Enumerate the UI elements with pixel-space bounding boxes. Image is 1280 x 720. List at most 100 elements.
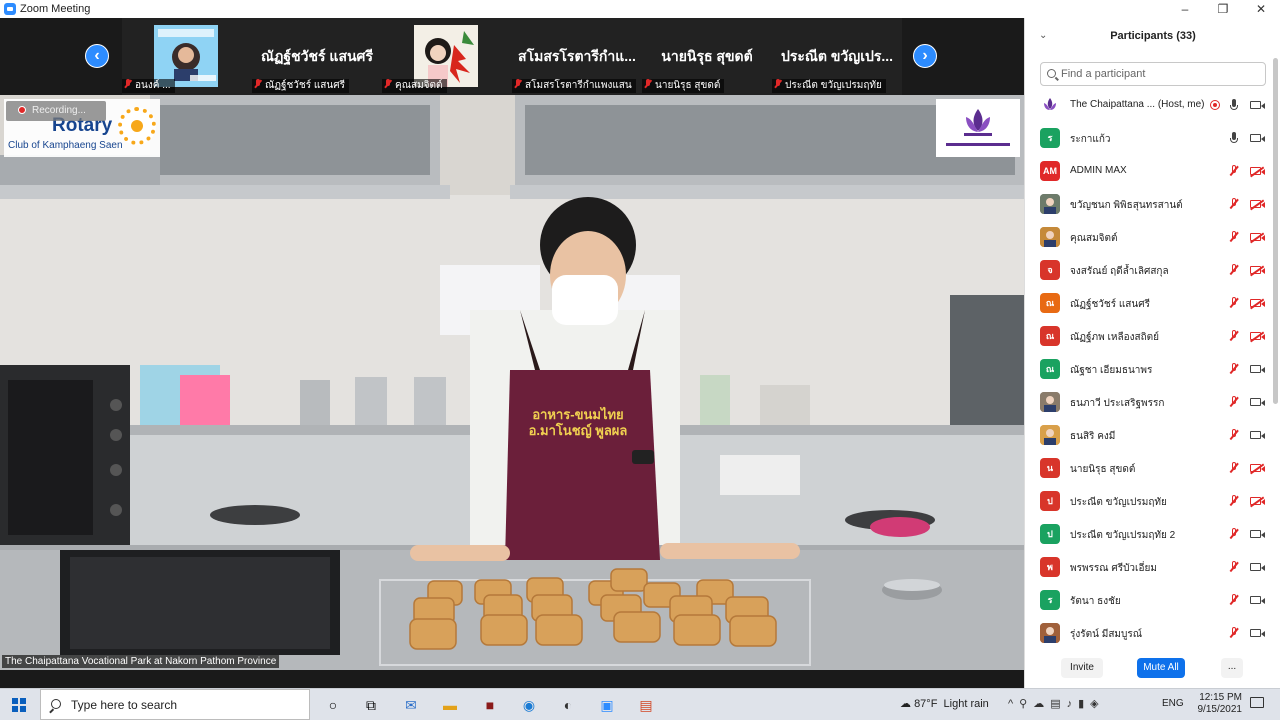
camera-icon[interactable] <box>1250 629 1265 637</box>
mic-muted-icon[interactable] <box>1229 363 1239 375</box>
mic-muted-icon[interactable] <box>1229 297 1239 309</box>
participant-row[interactable]: ธนสิริ คงมี <box>1025 420 1275 453</box>
mute-all-button[interactable]: Mute All <box>1137 658 1185 678</box>
participant-name: พรพรรณ ศรีบัวเอี่ยม <box>1070 563 1157 574</box>
participant-row[interactable]: The Chaipattana ... (Host, me) <box>1025 90 1275 123</box>
mic-muted-icon <box>254 79 262 89</box>
participant-row[interactable]: ป ประณีต ขวัญเปรมฤทัย <box>1025 486 1275 519</box>
camera-icon[interactable] <box>1250 101 1265 109</box>
camera-off-icon[interactable] <box>1250 167 1265 175</box>
avatar: น <box>1040 458 1060 478</box>
thumbnail-tile[interactable]: นายนิรุธ สุขดต์ นายนิรุธ สุขดต์ <box>642 18 772 95</box>
windows-taskbar: Type here to search ○ ⧉ ✉ ▬ ■ ◉ ◐ ▣ ▤ ☁ … <box>0 688 1280 720</box>
camera-off-icon[interactable] <box>1250 266 1265 274</box>
camera-icon[interactable] <box>1250 398 1265 406</box>
record-icon <box>18 106 26 114</box>
collapse-chevron-icon[interactable]: ⌄ <box>1039 18 1047 54</box>
app-icon[interactable]: ◐ <box>558 695 578 715</box>
camera-off-icon[interactable] <box>1250 233 1265 241</box>
participant-row[interactable]: AM ADMIN MAX <box>1025 156 1275 189</box>
camera-icon[interactable] <box>1250 596 1265 604</box>
mic-muted-icon[interactable] <box>1229 528 1239 540</box>
thumbnail-tile[interactable]: ประณีต ขวัญเปร... ประณีต ขวัญเปรมฤทัย <box>772 18 902 95</box>
participant-row[interactable]: คุณสมจิตต์ <box>1025 222 1275 255</box>
recording-icon <box>1210 100 1220 110</box>
participant-row[interactable]: ณ ณัฏฐ์ชวัชร์ แสนศรี <box>1025 288 1275 321</box>
thumbnail-tile[interactable]: คุณสมจิตต์ <box>382 18 512 95</box>
invite-button[interactable]: Invite <box>1061 658 1103 678</box>
file-explorer-icon[interactable]: ▬ <box>440 695 460 715</box>
taskbar-clock[interactable]: 12:15 PM 9/15/2021 <box>1190 692 1243 716</box>
language-indicator[interactable]: ENG <box>1162 698 1184 709</box>
participant-row[interactable]: น นายนิรุธ สุขดต์ <box>1025 453 1275 486</box>
mic-muted-icon[interactable] <box>1229 165 1239 177</box>
mic-muted-icon[interactable] <box>1229 594 1239 606</box>
camera-off-icon[interactable] <box>1250 332 1265 340</box>
thumbnail-tile[interactable]: สโมสรโรตารีกำแ... สโมสรโรตารีกำแพงแสน <box>512 18 642 95</box>
camera-off-icon[interactable] <box>1250 464 1265 472</box>
mic-muted-icon[interactable] <box>1229 495 1239 507</box>
avatar <box>1040 194 1060 214</box>
camera-off-icon[interactable] <box>1250 497 1265 505</box>
participant-row[interactable]: ณ ณัฏฐ์ภพ เหลืองสถิตย์ <box>1025 321 1275 354</box>
minimize-button[interactable]: – <box>1168 0 1202 18</box>
mic-muted-icon[interactable] <box>1229 561 1239 573</box>
taskbar-search-input[interactable]: Type here to search <box>40 689 310 720</box>
windows-start-icon[interactable] <box>12 698 26 712</box>
rotary-wheel-icon <box>118 107 156 145</box>
weather-widget[interactable]: ☁ 87°F Light rain <box>900 697 989 710</box>
window-titlebar: Zoom Meeting – ❐ ✕ <box>0 0 1280 19</box>
more-options-button[interactable]: ... <box>1221 658 1243 678</box>
mic-icon[interactable] <box>1229 99 1239 111</box>
avatar: ณ <box>1040 359 1060 379</box>
participant-row[interactable]: ร ระกาแก้ว <box>1025 123 1275 156</box>
camera-icon[interactable] <box>1250 365 1265 373</box>
prev-page-button[interactable]: ‹ <box>85 44 109 68</box>
system-tray-icons[interactable]: ^⚲☁▤♪▮◈ <box>1008 697 1105 710</box>
edge-browser-icon[interactable]: ◉ <box>519 695 539 715</box>
mic-muted-icon[interactable] <box>1229 429 1239 441</box>
participant-scrollbar[interactable] <box>1273 58 1278 404</box>
cortana-icon[interactable]: ○ <box>323 695 343 715</box>
app-icon[interactable]: ■ <box>480 695 500 715</box>
participant-row[interactable]: จ จงสรัณย์ ฤดีล้ำเลิศสกุล <box>1025 255 1275 288</box>
participant-row[interactable]: ป ประณีต ขวัญเปรมฤทัย 2 <box>1025 519 1275 552</box>
next-page-button[interactable]: › <box>913 44 937 68</box>
participant-row[interactable]: ร รัตนา ธงชัย <box>1025 585 1275 618</box>
mic-muted-icon[interactable] <box>1229 462 1239 474</box>
maximize-button[interactable]: ❐ <box>1206 0 1240 18</box>
close-button[interactable]: ✕ <box>1244 0 1278 18</box>
participant-row[interactable]: รุ่งรัตน์ มีสมบูรณ์ <box>1025 618 1275 651</box>
camera-icon[interactable] <box>1250 134 1265 142</box>
camera-off-icon[interactable] <box>1250 299 1265 307</box>
mail-icon[interactable]: ✉ <box>401 695 421 715</box>
recording-indicator[interactable]: Recording... <box>6 101 106 121</box>
mic-muted-icon[interactable] <box>1229 231 1239 243</box>
participant-name: ADMIN MAX <box>1070 165 1127 176</box>
participant-row[interactable]: พ พรพรรณ ศรีบัวเอี่ยม <box>1025 552 1275 585</box>
mic-muted-icon[interactable] <box>1229 198 1239 210</box>
zoom-app-icon[interactable]: ▣ <box>597 695 617 715</box>
avatar: AM <box>1040 161 1060 181</box>
mic-muted-icon[interactable] <box>1229 627 1239 639</box>
participant-row[interactable]: ขวัญชนก พิพิธสุนทรสานต์ <box>1025 189 1275 222</box>
participant-row[interactable]: ธนภาวี ประเสริฐพรรก <box>1025 387 1275 420</box>
mic-muted-icon[interactable] <box>1229 330 1239 342</box>
participant-name: The Chaipattana ... (Host, me) <box>1070 99 1205 110</box>
camera-off-icon[interactable] <box>1250 200 1265 208</box>
camera-icon[interactable] <box>1250 431 1265 439</box>
notifications-icon[interactable] <box>1250 697 1264 708</box>
camera-icon[interactable] <box>1250 530 1265 538</box>
task-view-icon[interactable]: ⧉ <box>361 695 381 715</box>
thumbnail-tile[interactable]: ณัฏฐ์ชวัชร์ แสนศรี ณัฏฐ์ชวัชร์ แสนศรี <box>252 18 382 95</box>
mic-muted-icon <box>384 79 392 89</box>
mic-muted-icon[interactable] <box>1229 264 1239 276</box>
mic-muted-icon[interactable] <box>1229 396 1239 408</box>
participant-row[interactable]: ณ ณัฐชา เอียมธนาพร <box>1025 354 1275 387</box>
panel-title: Participants (33) <box>1110 30 1196 42</box>
powerpoint-icon[interactable]: ▤ <box>636 695 656 715</box>
participant-search-input[interactable]: Find a participant <box>1040 62 1266 86</box>
thumbnail-tile[interactable]: อนงค์ ... <box>122 18 252 95</box>
camera-icon[interactable] <box>1250 563 1265 571</box>
mic-icon[interactable] <box>1229 132 1239 144</box>
